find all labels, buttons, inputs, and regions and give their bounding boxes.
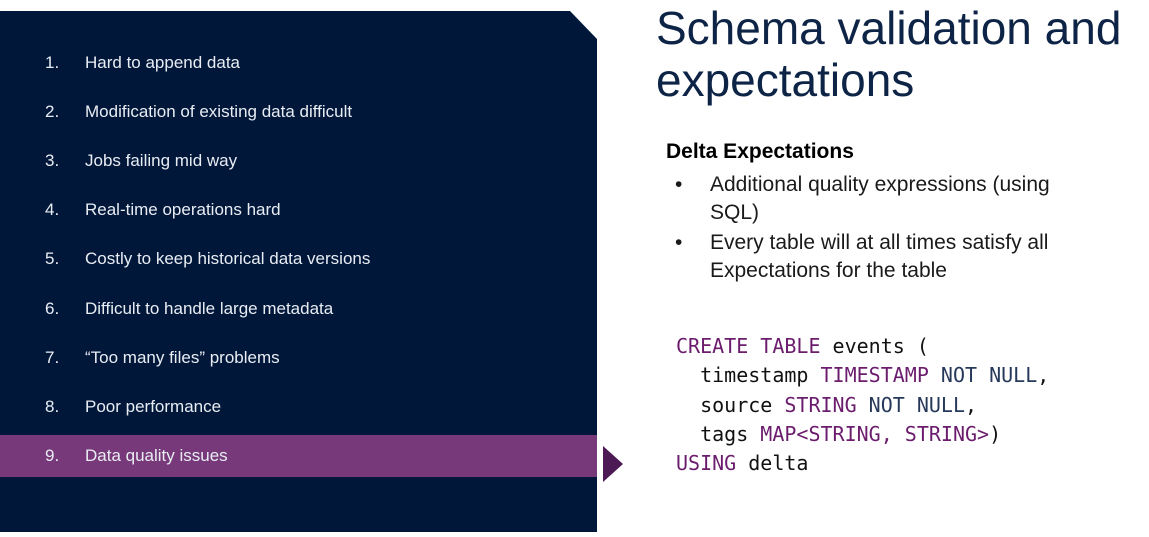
list-item-number: 4. bbox=[45, 200, 60, 219]
list-item-label: Real-time operations hard bbox=[85, 200, 281, 219]
code-type: MAP<STRING, STRING> bbox=[760, 421, 990, 446]
list-item[interactable]: 7. “Too many files” problems bbox=[0, 337, 597, 379]
code-line: CREATE TABLE events ( bbox=[676, 332, 1049, 361]
list-item-number: 6. bbox=[45, 299, 60, 318]
code-identifier: timestamp bbox=[676, 363, 821, 388]
list-item-number: 2. bbox=[45, 102, 60, 121]
code-keyword: USING bbox=[676, 451, 737, 476]
section-heading: Delta Expectations bbox=[666, 140, 854, 163]
list-item-label: Jobs failing mid way bbox=[85, 151, 238, 170]
code-line: USING delta bbox=[676, 449, 1049, 478]
code-type: TIMESTAMP bbox=[820, 363, 929, 388]
code-line: tags MAP<STRING, STRING>) bbox=[676, 420, 1049, 449]
title-line: Schema validation and bbox=[656, 2, 1122, 54]
code-keyword: CREATE TABLE bbox=[676, 334, 821, 358]
bullet-icon: • bbox=[675, 231, 683, 254]
list-item-number: 8. bbox=[45, 397, 60, 416]
code-punct: , bbox=[1037, 363, 1050, 388]
problems-list: 1. Hard to append data 2. Modification o… bbox=[0, 11, 597, 532]
bullet-icon: • bbox=[675, 173, 683, 196]
code-identifier: delta bbox=[736, 451, 809, 476]
sql-code-block: CREATE TABLE events ( timestamp TIMESTAM… bbox=[676, 332, 1049, 478]
list-item-label: Data quality issues bbox=[85, 446, 228, 465]
list-item[interactable]: 3. Jobs failing mid way bbox=[0, 140, 597, 182]
list-item-label: Hard to append data bbox=[85, 53, 241, 72]
list-item-number: 9. bbox=[45, 446, 60, 465]
code-identifier: source bbox=[676, 392, 785, 417]
code-identifier: events ( bbox=[820, 334, 929, 358]
list-item-label: Poor performance bbox=[85, 397, 222, 416]
list-item[interactable]: 2. Modification of existing data difficu… bbox=[0, 91, 597, 133]
arrow-right-icon bbox=[603, 446, 623, 482]
list-item-number: 5. bbox=[45, 249, 60, 268]
list-item-active[interactable]: 9. Data quality issues bbox=[0, 435, 597, 477]
bullet-text: Every table will at all times satisfy al… bbox=[710, 231, 1049, 282]
page-title: Schema validation and expectations bbox=[656, 2, 1146, 106]
list-item-number: 3. bbox=[45, 151, 60, 170]
list-item-label: Modification of existing data difficult bbox=[85, 102, 353, 121]
problems-panel: 1. Hard to append data 2. Modification o… bbox=[0, 11, 597, 532]
list-item[interactable]: 1. Hard to append data bbox=[0, 42, 597, 84]
code-identifier: tags bbox=[676, 421, 761, 446]
list-item-label: “Too many files” problems bbox=[85, 348, 280, 367]
code-line: timestamp TIMESTAMP NOT NULL, bbox=[676, 361, 1049, 390]
bullet-text: Additional quality expressions (using SQ… bbox=[710, 173, 1050, 224]
list-item[interactable]: 8. Poor performance bbox=[0, 386, 597, 428]
list-item-label: Costly to keep historical data versions bbox=[85, 249, 371, 268]
code-punct: ) bbox=[989, 421, 1002, 446]
list-item-label: Difficult to handle large metadata bbox=[85, 299, 334, 318]
bullet-item: • Additional quality expressions (using … bbox=[675, 171, 1095, 227]
bullet-item: • Every table will at all times satisfy … bbox=[675, 229, 1095, 285]
code-type: STRING bbox=[784, 392, 857, 417]
list-item[interactable]: 5. Costly to keep historical data versio… bbox=[0, 238, 597, 280]
list-item[interactable]: 4. Real-time operations hard bbox=[0, 189, 597, 231]
list-item-number: 7. bbox=[45, 348, 60, 367]
bullet-list: • Additional quality expressions (using … bbox=[675, 171, 1095, 287]
code-punct: , bbox=[965, 392, 978, 417]
code-line: source STRING NOT NULL, bbox=[676, 391, 1049, 420]
list-item[interactable]: 6. Difficult to handle large metadata bbox=[0, 288, 597, 330]
list-item-number: 1. bbox=[45, 53, 60, 72]
code-modifier: NOT NULL bbox=[856, 392, 965, 417]
title-line: expectations bbox=[656, 54, 915, 106]
code-modifier: NOT NULL bbox=[928, 363, 1038, 388]
